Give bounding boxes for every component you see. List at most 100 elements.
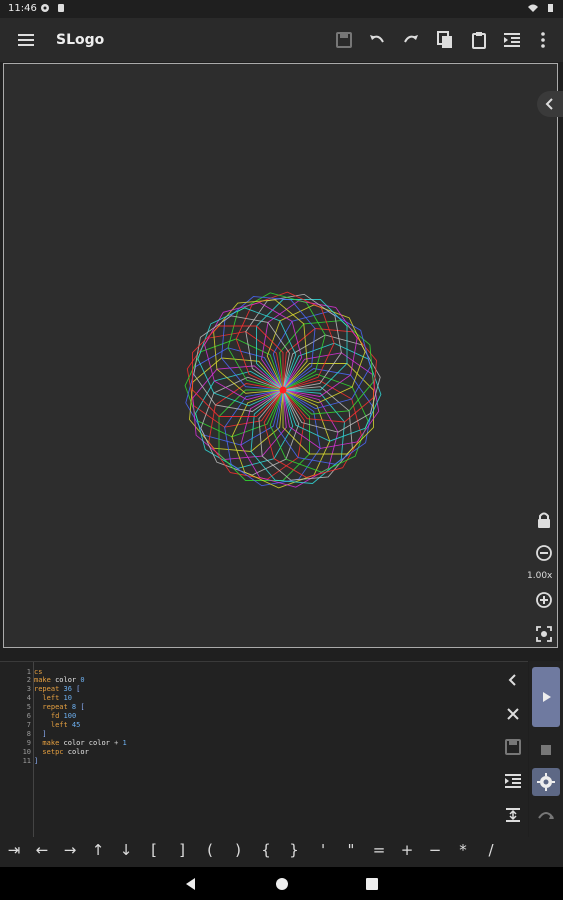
code-token: left [34, 694, 60, 702]
code-token: cs [34, 668, 43, 676]
code-token: make [34, 676, 51, 684]
line-number: 9 [26, 739, 31, 747]
redo-icon[interactable] [401, 30, 421, 50]
code-token: setpc [34, 748, 64, 756]
turtle-icon [279, 386, 287, 394]
code-line: ] [34, 757, 38, 765]
key-slash[interactable]: / [481, 841, 501, 859]
run-button[interactable] [532, 667, 560, 727]
system-nav-bar [0, 867, 563, 900]
line-number-gutter: 1 2 3 4 5 6 7 8 9 10 11 [0, 662, 34, 838]
code-token: left [34, 721, 68, 729]
line-number: 11 [22, 757, 31, 765]
key-tab[interactable]: ⇥ [4, 841, 24, 859]
line-number: 8 [26, 730, 31, 738]
app-title: SLogo [56, 32, 105, 48]
key-minus[interactable]: − [425, 841, 445, 859]
zoom-in-icon[interactable] [534, 590, 554, 610]
lock-icon[interactable] [534, 510, 554, 530]
code-line: make color color + 1 [34, 739, 127, 747]
fit-screen-icon[interactable] [534, 624, 554, 644]
code-line: left 10 [34, 694, 72, 702]
wifi-icon [528, 4, 538, 12]
close-icon[interactable] [503, 704, 523, 724]
stop-icon[interactable] [532, 736, 560, 764]
undo-icon[interactable] [367, 30, 387, 50]
line-number: 10 [22, 748, 31, 756]
debug-icon[interactable] [532, 768, 560, 796]
code-token: 0 [80, 676, 85, 684]
status-time: 11:46 [8, 3, 37, 14]
line-number: 1 [26, 668, 31, 676]
home-icon[interactable] [274, 876, 290, 892]
key-asterisk[interactable]: * [453, 841, 473, 859]
code-token: [ [80, 703, 85, 711]
recents-icon[interactable] [364, 876, 380, 892]
status-bar: 11:46 [0, 0, 563, 18]
key-open-bracket[interactable]: [ [144, 841, 164, 859]
code-line: repeat 36 [ [34, 685, 80, 693]
key-double-quote[interactable]: " [341, 841, 361, 859]
code-token: 8 [67, 703, 81, 711]
key-arrow-left[interactable]: ← [32, 841, 52, 859]
code-token: 10 [59, 694, 72, 702]
battery-icon [548, 4, 553, 12]
code-editor[interactable]: 1 2 3 4 5 6 7 8 9 10 11 cs make color 0 … [0, 661, 528, 838]
zoom-out-icon[interactable] [534, 543, 554, 563]
key-arrow-down[interactable]: ↓ [116, 841, 136, 859]
save-icon[interactable] [334, 30, 354, 50]
paste-icon[interactable] [469, 30, 489, 50]
line-number: 4 [26, 694, 31, 702]
zoom-level: 1.00x [527, 571, 553, 581]
code-line: ] [34, 730, 47, 738]
key-arrow-right[interactable]: → [60, 841, 80, 859]
step-over-icon[interactable] [532, 801, 560, 829]
symbol-key-row: ⇥ ← → ↑ ↓ [ ] ( ) { } ' " = + − * / [0, 837, 563, 867]
line-number: 6 [26, 712, 31, 720]
collapse-chevron-icon[interactable] [503, 670, 523, 690]
key-close-bracket[interactable]: ] [172, 841, 192, 859]
code-line: cs [34, 668, 42, 676]
code-token: 1 [118, 739, 127, 747]
vertical-align-icon[interactable] [503, 805, 523, 825]
code-token: repeat [34, 703, 68, 711]
key-open-paren[interactable]: ( [200, 841, 220, 859]
key-plus[interactable]: + [397, 841, 417, 859]
format-indent-icon[interactable] [503, 771, 523, 791]
turtle-canvas[interactable] [3, 63, 558, 648]
more-vert-icon[interactable] [533, 30, 553, 50]
code-token: make [34, 739, 60, 747]
format-indent-icon[interactable] [502, 30, 522, 50]
key-equals[interactable]: = [369, 841, 389, 859]
save-icon[interactable] [503, 737, 523, 757]
back-icon[interactable] [183, 876, 199, 892]
line-number: 2 [26, 676, 31, 684]
expand-panel-tab[interactable] [537, 91, 563, 117]
code-line: make color 0 [34, 676, 85, 684]
notification-icon [58, 4, 64, 12]
key-close-brace[interactable]: } [284, 841, 304, 859]
code-token: 45 [67, 721, 81, 729]
code-token: ] [34, 757, 39, 765]
code-token: [ [76, 685, 81, 693]
code-line: setpc color [34, 748, 88, 756]
code-token: fd [34, 712, 60, 720]
code-token: repeat [34, 685, 60, 693]
key-close-paren[interactable]: ) [228, 841, 248, 859]
copy-icon[interactable] [435, 30, 455, 50]
turtle-drawing [184, 291, 382, 489]
key-single-quote[interactable]: ' [313, 841, 333, 859]
line-number: 5 [26, 703, 31, 711]
key-open-brace[interactable]: { [256, 841, 276, 859]
code-line: fd 100 [34, 712, 76, 720]
code-token: color color [59, 739, 115, 747]
code-token: 36 [59, 685, 77, 693]
app-bar: SLogo [0, 18, 563, 62]
code-token: color [50, 676, 81, 684]
run-panel [529, 661, 563, 837]
line-number: 3 [26, 685, 31, 693]
code-line: repeat 8 [ [34, 703, 85, 711]
key-arrow-up[interactable]: ↑ [88, 841, 108, 859]
code-token: ] [34, 730, 47, 738]
hamburger-menu-icon[interactable] [16, 30, 36, 50]
